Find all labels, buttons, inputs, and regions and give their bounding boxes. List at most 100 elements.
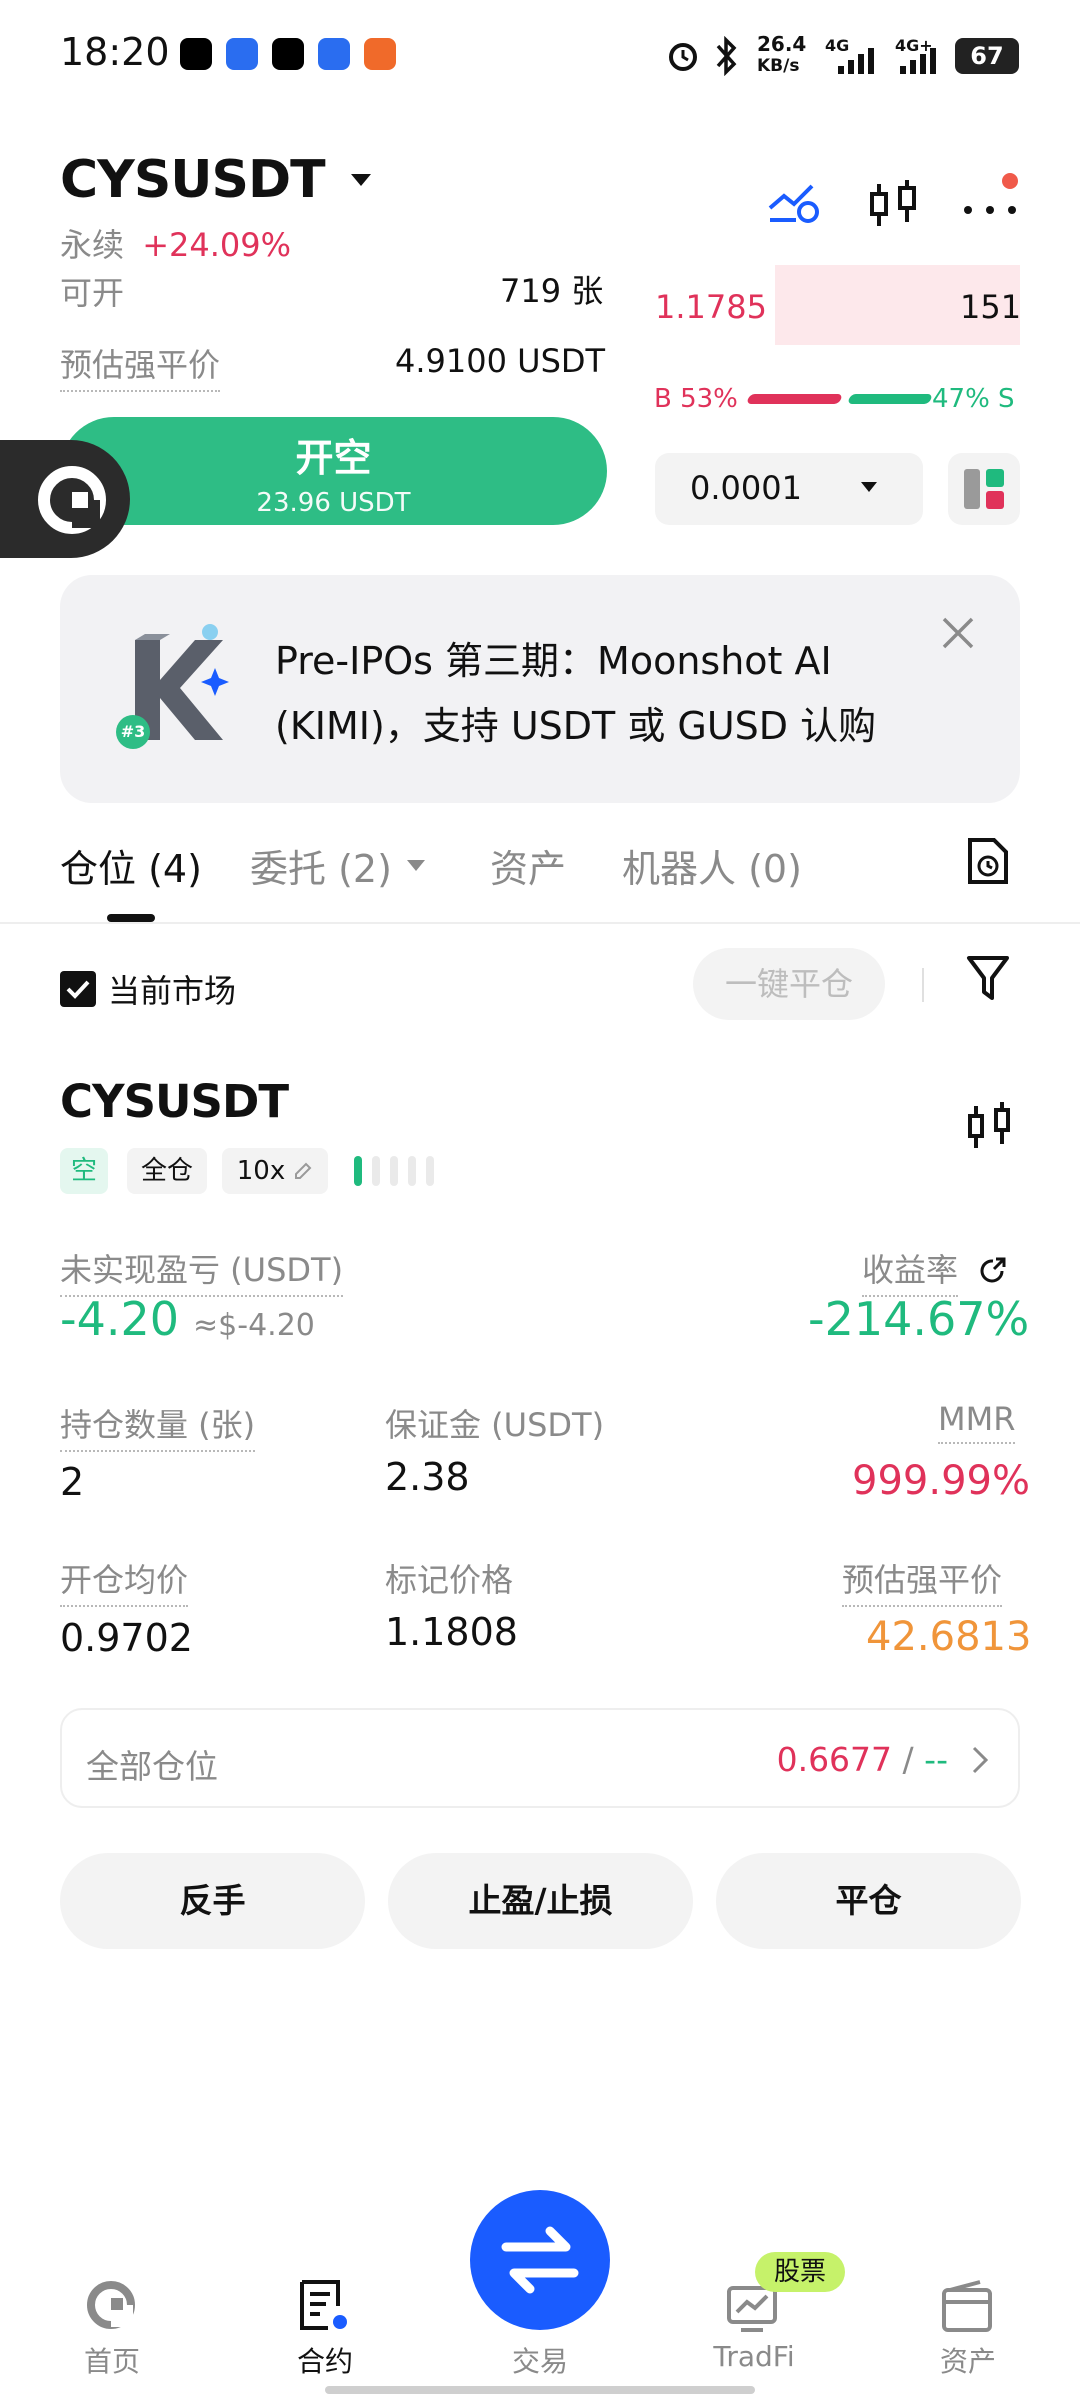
position-symbol[interactable]: CYSUSDT <box>60 1075 289 1128</box>
est-liq-value: 4.9100 USDT <box>395 342 606 380</box>
k-app-icon-2 <box>318 38 350 70</box>
layout-icon <box>964 469 1004 509</box>
entry-price-label[interactable]: 开仓均价 <box>60 1555 189 1607</box>
mmr-label[interactable]: MMR <box>938 1400 1016 1444</box>
signal-icon-1 <box>838 48 874 74</box>
buy-ratio: B 53% <box>654 384 738 414</box>
roi-value: -214.67% <box>808 1292 1030 1346</box>
share-icon <box>980 1257 1006 1283</box>
close-all-button[interactable]: 一键平仓 <box>693 948 885 1020</box>
ratio-bar-sell <box>847 394 933 404</box>
assets-wallet-icon[interactable] <box>940 2280 994 2334</box>
signal-icon-2 <box>900 48 936 74</box>
all-positions-label: 全部仓位 <box>86 1747 218 1786</box>
leverage-chip[interactable]: 10x <box>222 1148 328 1194</box>
banner-badge-text: #3 <box>120 722 146 741</box>
tradfi-badge: 股票 <box>755 2252 845 2292</box>
filter-icon[interactable] <box>966 954 1010 1002</box>
price-alert-icon[interactable] <box>766 178 822 226</box>
banner-badge: #3 <box>116 715 150 749</box>
tab-assets[interactable]: 资产 <box>490 838 566 893</box>
tpsl-button[interactable]: 止盈/止损 <box>388 1853 693 1949</box>
reverse-button[interactable]: 反手 <box>60 1853 365 1949</box>
all-positions-separator: / <box>902 1740 914 1779</box>
mark-price-value: 1.1808 <box>385 1610 518 1654</box>
tabs-divider <box>0 922 1080 924</box>
caret-down-icon <box>350 174 371 186</box>
nav-assets-label[interactable]: 资产 <box>888 2340 1048 2380</box>
checkbox-checked-icon <box>60 971 96 1007</box>
open-short-amount: 23.96 USDT <box>256 488 411 518</box>
tab-bots[interactable]: 机器人 (0) <box>622 838 802 893</box>
close-icon[interactable] <box>940 615 976 651</box>
promo-banner[interactable]: #3 Pre-IPOs 第三期：Moonshot AI (KIMI)，支持 US… <box>60 575 1020 803</box>
all-positions-row[interactable]: 全部仓位 0.6677 / -- <box>60 1708 1020 1808</box>
position-size-value: 2 <box>60 1460 85 1504</box>
candlestick-chart-icon[interactable] <box>866 178 920 232</box>
home-logo-icon <box>87 2281 135 2329</box>
current-market-checkbox[interactable]: 当前市场 <box>60 966 236 1012</box>
app-logo-icon <box>38 466 106 534</box>
open-short-label: 开空 <box>295 436 372 480</box>
position-size-label[interactable]: 持仓数量 (张) <box>60 1400 256 1452</box>
upnl-label[interactable]: 未实现盈亏 (USDT) <box>60 1245 344 1297</box>
banner-title-line2: (KIMI)，支持 USDT 或 GUSD 认购 <box>275 704 877 748</box>
precision-value: 0.0001 <box>690 469 802 507</box>
active-tab-indicator <box>107 914 155 922</box>
tiktok-app-icon <box>180 38 212 70</box>
roi-label: 收益率 <box>862 1245 959 1297</box>
symbol-title: CYSUSDT <box>60 150 326 210</box>
ask-price[interactable]: 1.1785 <box>655 288 767 326</box>
available-label: 可开 <box>60 274 125 312</box>
banner-title-line1: Pre-IPOs 第三期：Moonshot AI <box>275 639 832 683</box>
floating-widget[interactable] <box>0 440 130 558</box>
all-positions-secondary: -- <box>924 1740 948 1779</box>
status-time: 18:20 <box>60 30 170 74</box>
nav-contract-label[interactable]: 合约 <box>245 2340 405 2380</box>
trade-fab-button[interactable] <box>470 2190 610 2330</box>
home-indicator <box>325 2386 755 2394</box>
margin-mode-chip[interactable]: 全仓 <box>127 1148 207 1194</box>
sell-ratio: 47% S <box>932 384 1015 414</box>
nav-home-label[interactable]: 首页 <box>32 2340 192 2380</box>
nav-trade-label[interactable]: 交易 <box>460 2340 620 2380</box>
nav-tradfi-label[interactable]: TradFi <box>674 2340 834 2373</box>
upnl-value: -4.20 <box>60 1292 180 1346</box>
margin-label: 保证金 (USDT) <box>385 1406 605 1444</box>
liq-price-value: 42.6813 <box>866 1614 1032 1660</box>
alarm-icon <box>669 43 697 71</box>
k-app-icon <box>226 38 258 70</box>
battery-icon: 67 <box>955 38 1019 74</box>
close-position-button[interactable]: 平仓 <box>716 1853 1021 1949</box>
est-liq-label[interactable]: 预估强平价 <box>60 340 221 392</box>
upnl-usd: ≈$-4.20 <box>193 1308 315 1343</box>
precision-select[interactable]: 0.0001 <box>655 453 923 525</box>
margin-value: 2.38 <box>385 1455 470 1499</box>
candlestick-chart-icon[interactable] <box>966 1100 1014 1152</box>
open-short-button[interactable]: 开空 23.96 USDT <box>60 417 607 525</box>
notification-dot <box>1002 173 1018 189</box>
roi-label-wrap[interactable]: 收益率 <box>862 1245 1008 1297</box>
leverage-value: 10x <box>236 1156 286 1186</box>
ask-size: 151 <box>960 288 1022 326</box>
tab-orders-label: 委托 (2) <box>250 847 392 891</box>
orderbook-layout-button[interactable] <box>948 453 1020 525</box>
liq-price-label[interactable]: 预估强平价 <box>842 1555 1003 1607</box>
net-speed-unit: KB/s <box>757 56 800 76</box>
tab-positions[interactable]: 仓位 (4) <box>60 838 202 893</box>
symbol-selector[interactable]: CYSUSDT <box>60 150 373 210</box>
mmr-value: 999.99% <box>852 1458 1030 1504</box>
tab-orders[interactable]: 委托 (2) <box>250 838 426 893</box>
mark-price-label: 标记价格 <box>385 1561 514 1599</box>
contract-icon[interactable] <box>298 2278 352 2334</box>
risk-level-bars <box>354 1156 434 1186</box>
history-icon[interactable] <box>966 836 1010 886</box>
more-dots-icon <box>964 206 1016 214</box>
chevron-right-icon <box>972 1746 988 1774</box>
more-menu-button[interactable] <box>960 200 1020 220</box>
caret-down-icon <box>406 859 425 871</box>
capcut-app-icon <box>272 38 304 70</box>
available-value: 719 张 <box>500 272 604 310</box>
swap-arrows-icon <box>501 2226 579 2294</box>
bluetooth-icon <box>716 36 737 76</box>
